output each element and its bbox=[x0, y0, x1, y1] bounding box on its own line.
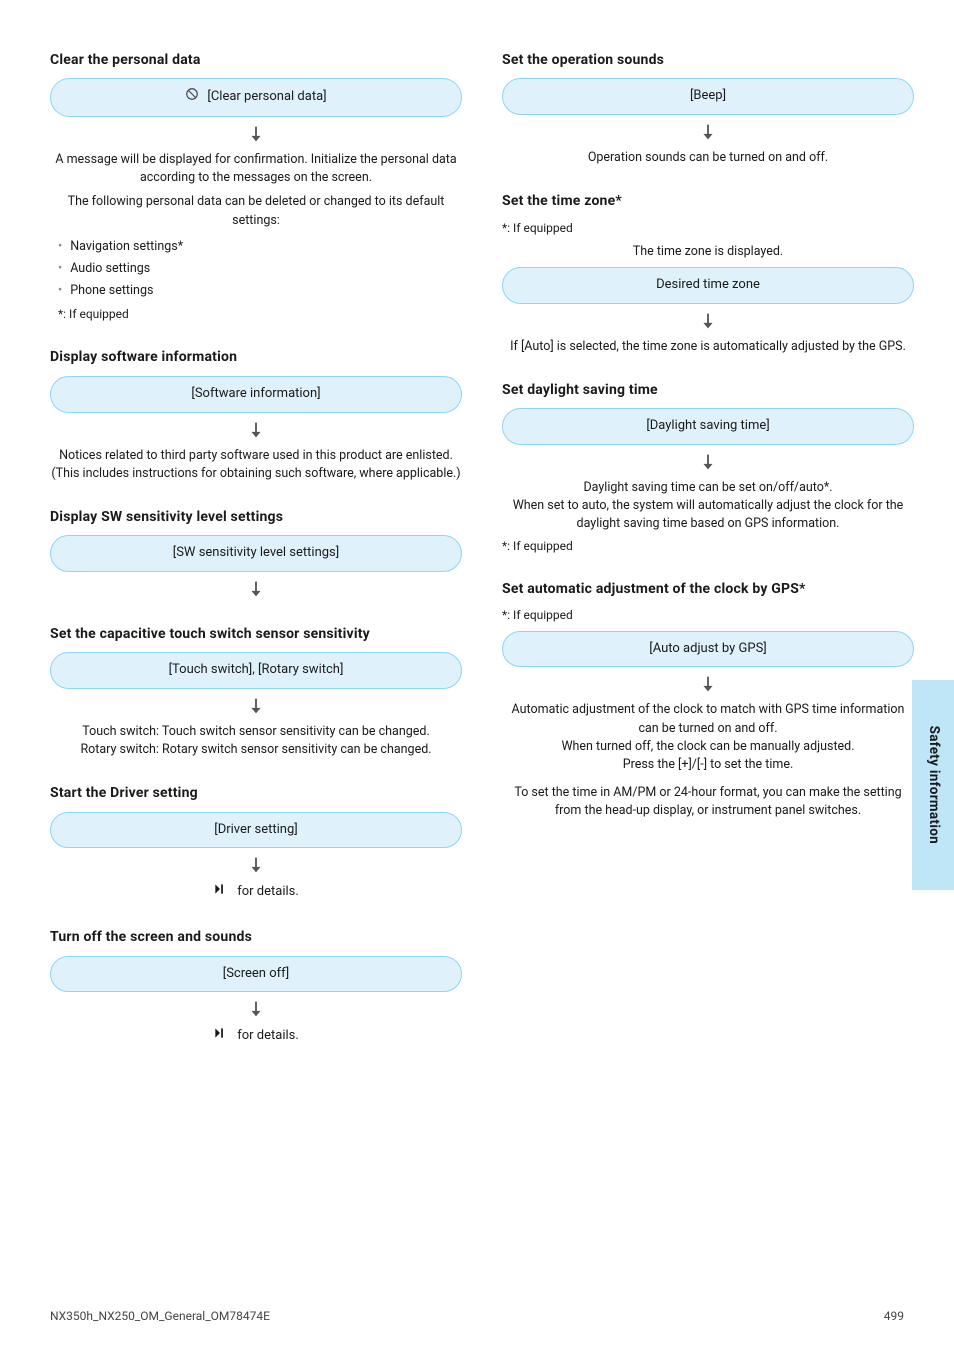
footnote: *: If equipped bbox=[502, 607, 914, 624]
side-tab-label: Safety information bbox=[923, 726, 943, 844]
section-touch-sensitivity: Set the capacitive touch switch sensor s… bbox=[50, 624, 462, 759]
section-screen-off: Turn off the screen and sounds [Screen o… bbox=[50, 927, 462, 1047]
pill-label: [SW sensitivity level settings] bbox=[173, 544, 339, 563]
section-sw-sensitivity: Display SW sensitivity level settings [S… bbox=[50, 507, 462, 600]
section-driver-setting: Start the Driver setting [Driver setting… bbox=[50, 783, 462, 903]
desc-text: Operation sounds can be turned on and of… bbox=[502, 149, 914, 167]
pill-label: [Software information] bbox=[191, 385, 320, 404]
page-footer: NX350h_NX250_OM_General_OM78474E 499 bbox=[0, 1308, 954, 1325]
personal-data-list: •Navigation settings* •Audio settings •P… bbox=[50, 236, 462, 302]
section-beep: Set the operation sounds [Beep] Operatio… bbox=[502, 50, 914, 167]
pill-timezone[interactable]: Desired time zone bbox=[502, 267, 914, 304]
pill-label: [Auto adjust by GPS] bbox=[649, 640, 766, 659]
footnote: *: If equipped bbox=[502, 220, 914, 237]
section-title: Display software information bbox=[50, 347, 462, 367]
skip-reference: for details. bbox=[50, 882, 462, 903]
desc-text: When set to auto, the system will automa… bbox=[502, 497, 914, 533]
desc-text: Touch switch: Touch switch sensor sensit… bbox=[50, 723, 462, 741]
section-title: Clear the personal data bbox=[50, 50, 462, 70]
skip-text: for details. bbox=[237, 1027, 299, 1046]
section-title: Start the Driver setting bbox=[50, 783, 462, 803]
pill-software-info[interactable]: [Software information] bbox=[50, 376, 462, 413]
pill-screen-off[interactable]: [Screen off] bbox=[50, 956, 462, 993]
footer-doc-id: NX350h_NX250_OM_General_OM78474E bbox=[50, 1308, 270, 1325]
section-gps-adjust: Set automatic adjustment of the clock by… bbox=[502, 579, 914, 820]
desc-text: A message will be displayed for confirma… bbox=[50, 151, 462, 187]
pill-label: [Touch switch], [Rotary switch] bbox=[169, 661, 344, 680]
desc-text: To set the time in AM/PM or 24-hour form… bbox=[502, 784, 914, 820]
arrow-down-icon bbox=[50, 854, 462, 876]
pill-label: [Daylight saving time] bbox=[646, 417, 769, 436]
pill-dst[interactable]: [Daylight saving time] bbox=[502, 408, 914, 445]
pill-sw-sensitivity[interactable]: [SW sensitivity level settings] bbox=[50, 535, 462, 572]
section-title: Turn off the screen and sounds bbox=[50, 927, 462, 947]
pill-label: [Screen off] bbox=[223, 965, 289, 984]
section-title: Display SW sensitivity level settings bbox=[50, 507, 462, 527]
desc-text: When turned off, the clock can be manual… bbox=[502, 738, 914, 756]
desc-text: Rotary switch: Rotary switch sensor sens… bbox=[50, 741, 462, 759]
pill-label: [Beep] bbox=[690, 87, 726, 106]
pill-clear-personal-data[interactable]: [Clear personal data] bbox=[50, 78, 462, 117]
pill-driver-setting[interactable]: [Driver setting] bbox=[50, 812, 462, 849]
skip-forward-icon bbox=[213, 1026, 227, 1047]
arrow-down-icon bbox=[50, 695, 462, 717]
desc-text: The following personal data can be delet… bbox=[50, 193, 462, 229]
desc-text: Press the [+]/[-] to set the time. bbox=[502, 756, 914, 774]
arrow-down-icon bbox=[502, 451, 914, 473]
pill-touch-rotary[interactable]: [Touch switch], [Rotary switch] bbox=[50, 652, 462, 689]
arrow-down-icon bbox=[502, 310, 914, 332]
intro-text: The time zone is displayed. bbox=[502, 243, 914, 261]
pill-label: Desired time zone bbox=[656, 276, 760, 295]
footnote: *: If equipped bbox=[502, 538, 914, 555]
skip-text: for details. bbox=[237, 883, 299, 902]
list-item: •Navigation settings* bbox=[58, 236, 454, 258]
section-software-info: Display software information [Software i… bbox=[50, 347, 462, 482]
right-column: Set the operation sounds [Beep] Operatio… bbox=[502, 40, 914, 1071]
section-clear-personal-data: Clear the personal data [Clear personal … bbox=[50, 50, 462, 323]
skip-reference: for details. bbox=[50, 1026, 462, 1047]
section-title: Set the time zone* bbox=[502, 191, 914, 211]
side-tab: Safety information bbox=[912, 680, 954, 890]
ban-icon bbox=[185, 87, 199, 108]
list-item: •Phone settings bbox=[58, 280, 454, 302]
section-title: Set automatic adjustment of the clock by… bbox=[502, 579, 914, 599]
section-dst: Set daylight saving time [Daylight savin… bbox=[502, 380, 914, 555]
pill-label: [Driver setting] bbox=[214, 821, 297, 840]
pill-beep[interactable]: [Beep] bbox=[502, 78, 914, 115]
desc-text: Automatic adjustment of the clock to mat… bbox=[502, 701, 914, 737]
desc-text: Daylight saving time can be set on/off/a… bbox=[502, 479, 914, 497]
page-body: Clear the personal data [Clear personal … bbox=[0, 0, 954, 1101]
arrow-down-icon bbox=[502, 121, 914, 143]
pill-gps-adjust[interactable]: [Auto adjust by GPS] bbox=[502, 631, 914, 668]
section-title: Set the capacitive touch switch sensor s… bbox=[50, 624, 462, 644]
section-timezone: Set the time zone* *: If equipped The ti… bbox=[502, 191, 914, 356]
section-title: Set daylight saving time bbox=[502, 380, 914, 400]
footnote: *: If equipped bbox=[50, 306, 462, 323]
section-title: Set the operation sounds bbox=[502, 50, 914, 70]
skip-forward-icon bbox=[213, 882, 227, 903]
arrow-down-icon bbox=[50, 578, 462, 600]
desc-text: If [Auto] is selected, the time zone is … bbox=[502, 338, 914, 356]
list-item: •Audio settings bbox=[58, 258, 454, 280]
pill-label: [Clear personal data] bbox=[207, 88, 326, 107]
left-column: Clear the personal data [Clear personal … bbox=[50, 40, 462, 1071]
arrow-down-icon bbox=[50, 123, 462, 145]
desc-text: Notices related to third party software … bbox=[50, 447, 462, 483]
arrow-down-icon bbox=[502, 673, 914, 695]
arrow-down-icon bbox=[50, 998, 462, 1020]
footer-page-number: 499 bbox=[884, 1308, 904, 1325]
arrow-down-icon bbox=[50, 419, 462, 441]
